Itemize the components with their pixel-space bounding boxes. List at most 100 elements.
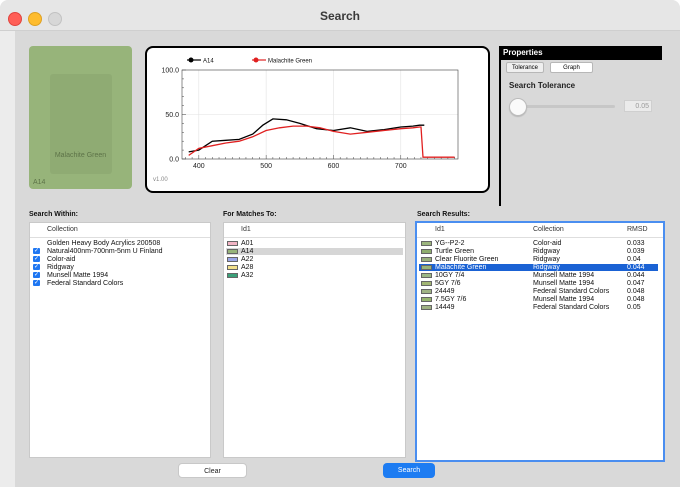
properties-header: Properties <box>499 46 662 60</box>
y-tick-label: 50.0 <box>165 112 179 119</box>
collection-list-item[interactable]: Federal Standard Colors <box>47 280 123 287</box>
legend-marker <box>253 57 259 63</box>
version-label: v1.00 <box>153 177 168 183</box>
search-within-label: Search Within: <box>29 211 78 218</box>
color-chip <box>227 273 238 278</box>
collection-checkbox[interactable]: ✓ <box>33 256 40 262</box>
collection-column-header[interactable]: Collection <box>30 223 210 238</box>
color-chip <box>421 289 432 294</box>
results-col-rmsd[interactable]: RMSD <box>627 226 648 233</box>
tab-tolerance[interactable]: Tolerance <box>506 62 544 73</box>
spectral-graph: 400 500 600 700 0.0 50.0 100.0 A14 Malachite Gre… <box>145 46 490 193</box>
collection-checkbox[interactable]: ✓ <box>33 272 40 278</box>
x-tick-label: 700 <box>395 163 407 170</box>
properties-panel: Properties Tolerance Graph Search Tolera… <box>499 46 662 206</box>
x-tick-label: 600 <box>328 163 340 170</box>
color-chip <box>421 265 432 270</box>
results-col-id[interactable]: Id1 <box>435 226 445 233</box>
results-col-collection[interactable]: Collection <box>533 226 564 233</box>
color-chip <box>421 257 432 262</box>
id-column-header[interactable]: Id1 <box>224 223 405 238</box>
result-id[interactable]: Clear Fluorite Green <box>435 256 498 263</box>
y-tick-label: 0.0 <box>169 157 179 164</box>
search-button[interactable]: Search <box>383 463 435 478</box>
x-tick-label: 500 <box>260 163 272 170</box>
collection-list-item[interactable]: Color-aid <box>47 256 75 263</box>
color-chip <box>227 241 238 246</box>
color-chip <box>421 273 432 278</box>
matches-label: For Matches To: <box>223 211 277 218</box>
results-label: Search Results: <box>417 211 470 218</box>
result-rmsd[interactable]: 0.05 <box>627 304 641 311</box>
color-chip <box>421 241 432 246</box>
result-rmsd[interactable]: 0.044 <box>627 272 645 279</box>
y-tick-label: 100.0 <box>161 68 179 75</box>
results-header: Id1 Collection RMSD <box>417 223 663 238</box>
color-chip <box>421 281 432 286</box>
title-bar: Search <box>0 0 680 31</box>
result-id[interactable]: 7.5GY 7/6 <box>435 296 466 303</box>
match-list-item[interactable]: A14 <box>241 248 253 255</box>
result-id[interactable]: 14449 <box>435 304 454 311</box>
tab-graph[interactable]: Graph <box>550 62 593 73</box>
collection-checkbox[interactable]: ✓ <box>33 264 40 270</box>
result-collection[interactable]: Ridgway <box>533 248 560 255</box>
swatch-code: A14 <box>33 179 46 186</box>
color-chip <box>421 297 432 302</box>
result-rmsd[interactable]: 0.039 <box>627 248 645 255</box>
series-line-malachite-green <box>188 125 455 158</box>
match-list-item[interactable]: A32 <box>241 272 253 279</box>
search-tolerance-label: Search Tolerance <box>509 81 576 90</box>
collection-checkbox[interactable]: ✓ <box>33 280 40 286</box>
tolerance-value-field[interactable]: 0.05 <box>624 100 652 112</box>
result-collection[interactable]: Ridgway <box>533 256 560 263</box>
result-id[interactable]: Turtle Green <box>435 248 474 255</box>
color-swatch: Malachite Green A14 <box>29 46 132 189</box>
spectral-chart: 400 500 600 700 0.0 50.0 100.0 A14 Malachite Gre… <box>153 57 459 183</box>
swatch-name: Malachite Green <box>54 152 107 159</box>
search-results-table: Id1 Collection RMSD YG--P2-2 Color-aid 0.0… <box>415 221 665 462</box>
result-collection[interactable]: Ridgway <box>533 264 560 271</box>
clear-button[interactable]: Clear <box>178 463 247 478</box>
match-list-item[interactable]: A22 <box>241 256 253 263</box>
result-collection[interactable]: Munsell Matte 1994 <box>533 272 594 279</box>
color-chip <box>227 249 238 254</box>
legend-marker <box>188 57 194 63</box>
legend-label: Malachite Green <box>268 59 312 65</box>
matches-list: Id1 A01 A14 A22 A28 A32 <box>223 222 406 458</box>
result-id[interactable]: 5GY 7/6 <box>435 280 461 287</box>
result-id[interactable]: Malachite Green <box>435 264 486 271</box>
legend-label: A14 <box>203 59 214 65</box>
result-collection[interactable]: Munsell Matte 1994 <box>533 296 594 303</box>
result-rmsd[interactable]: 0.047 <box>627 280 645 287</box>
result-id[interactable]: YG--P2-2 <box>435 240 465 247</box>
color-chip <box>421 249 432 254</box>
result-collection[interactable]: Munsell Matte 1994 <box>533 280 594 287</box>
properties-divider <box>499 60 501 206</box>
collection-list-item[interactable]: Natural400nm-700nm-5nm U Finland <box>47 248 163 255</box>
search-window: Search Malachite Green A14 400 500 600 700 0… <box>0 0 680 487</box>
x-tick-label: 400 <box>193 163 205 170</box>
result-id[interactable]: 10GY 7/4 <box>435 272 464 279</box>
color-chip <box>421 305 432 310</box>
result-rmsd[interactable]: 0.04 <box>627 256 641 263</box>
match-list-item[interactable]: A01 <box>241 240 253 247</box>
swatch-inner <box>50 74 112 174</box>
result-rmsd[interactable]: 0.048 <box>627 296 645 303</box>
match-list-item[interactable]: A28 <box>241 264 253 271</box>
tolerance-slider-knob[interactable] <box>509 98 527 116</box>
collection-checkbox[interactable]: ✓ <box>33 248 40 254</box>
color-chip <box>227 257 238 262</box>
result-collection[interactable]: Federal Standard Colors <box>533 288 609 295</box>
result-rmsd[interactable]: 0.048 <box>627 288 645 295</box>
collection-list-item[interactable]: Golden Heavy Body Acrylics 200508 <box>47 240 160 247</box>
result-rmsd[interactable]: 0.033 <box>627 240 645 247</box>
collection-list-item[interactable]: Munsell Matte 1994 <box>47 272 108 279</box>
result-rmsd[interactable]: 0.044 <box>627 264 645 271</box>
result-collection[interactable]: Color-aid <box>533 240 561 247</box>
color-chip <box>227 265 238 270</box>
result-id[interactable]: 24449 <box>435 288 454 295</box>
search-within-list: Collection Golden Heavy Body Acrylics 20… <box>29 222 211 458</box>
collection-list-item[interactable]: Ridgway <box>47 264 74 271</box>
result-collection[interactable]: Federal Standard Colors <box>533 304 609 311</box>
